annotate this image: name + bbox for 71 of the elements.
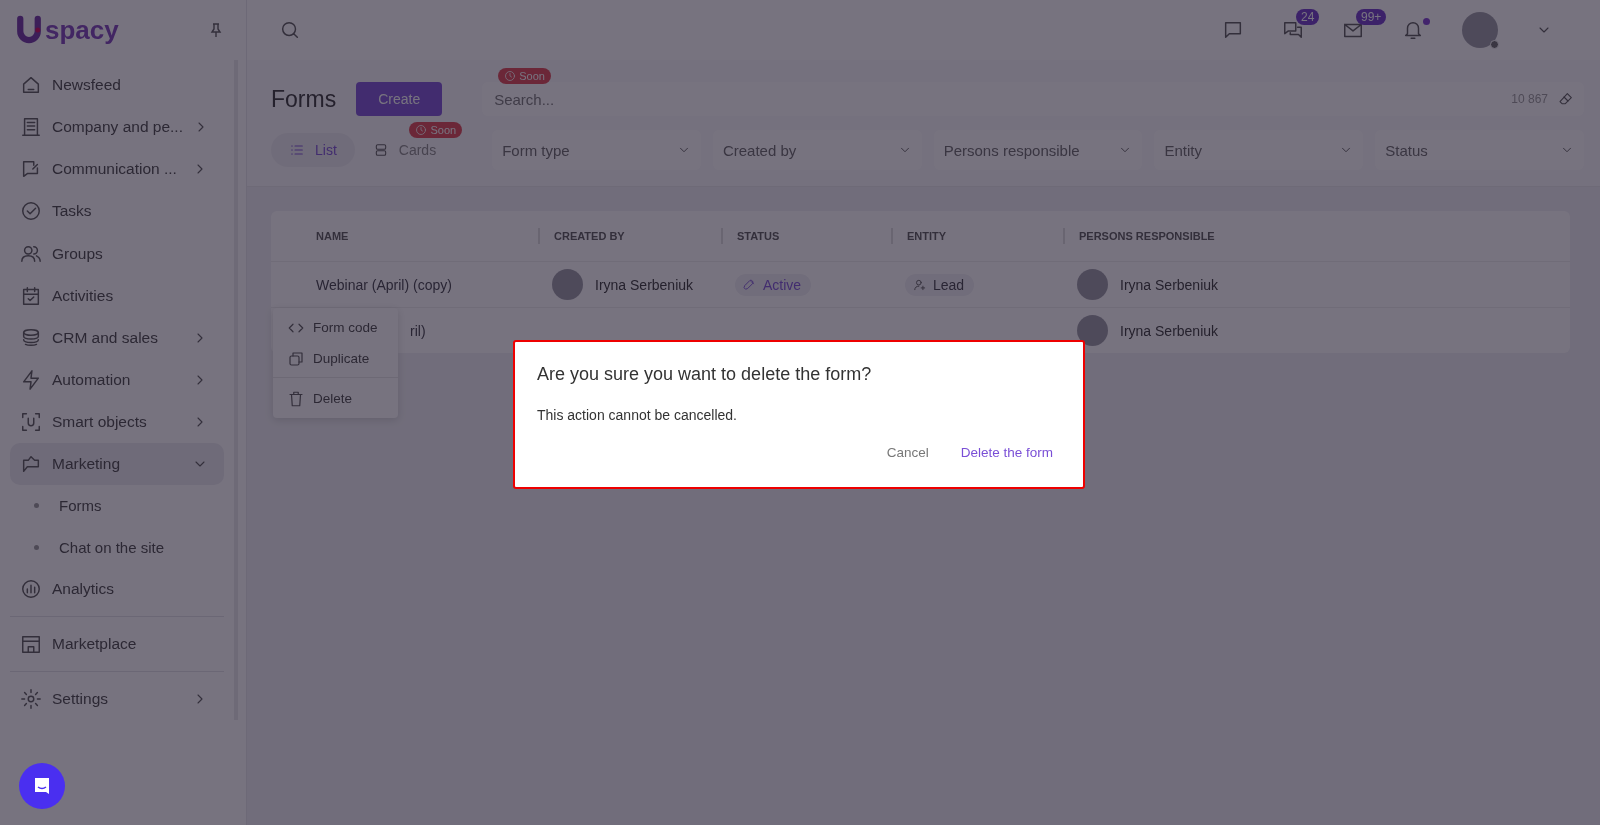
column-header[interactable]: ENTITY [891,228,1063,244]
sidebar-item[interactable]: Activities [10,274,224,317]
bullet-icon [34,503,39,509]
sidebar-item[interactable]: Automation [10,358,224,401]
sidebar-item[interactable]: Newsfeed [10,64,224,107]
sidebar-item[interactable]: Groups [10,232,224,275]
clock-icon [415,124,428,136]
sidebar-item[interactable]: CRM and sales [10,316,224,359]
chat-icon [32,776,52,796]
bullet-icon [34,544,39,550]
column-header[interactable]: STATUS [721,228,891,244]
menu-item[interactable]: Form code [273,312,398,343]
column-header[interactable]: CREATED BY [538,228,721,244]
avatar[interactable] [1462,12,1498,48]
status-dot [1490,40,1499,49]
create-button[interactable]: Create [356,82,443,116]
sidebar-item[interactable]: Tasks [10,190,224,233]
pin-icon[interactable] [208,22,224,38]
eraser-icon[interactable] [1558,91,1574,107]
page-title: Forms [271,85,337,113]
sidebar-item[interactable]: Settings [10,677,224,721]
table-cell: Webinar (April) (copy) [316,276,452,293]
menu-item[interactable]: Duplicate [273,343,398,374]
dialog-title: Are you sure you want to delete the form? [537,364,873,385]
view-tab[interactable]: List [271,133,355,167]
cancel-button[interactable]: Cancel [878,439,937,466]
person-name[interactable]: Iryna Serbeniuk [1120,276,1219,293]
menu-item-icon [20,687,42,710]
status-chip: Active [735,273,812,296]
menu-item-icon [20,326,42,349]
column-header[interactable]: NAME [271,228,538,244]
sidebar-item[interactable]: Marketplace [10,622,224,665]
mail-count-badge: 99+ [1356,9,1387,25]
logo-icon [14,15,44,45]
sidebar-item[interactable]: Marketing [10,443,224,486]
soon-badge: Soon [498,68,551,84]
chats-count-badge: 24 [1296,9,1320,25]
list-icon [289,142,305,158]
menu-item-icon [20,411,42,434]
avatar [1077,315,1108,346]
soon-badge: Soon [409,122,463,138]
entity-chip: Lead [905,273,975,296]
person-name[interactable]: Iryna Serbeniuk [1120,322,1219,339]
sidebar-item[interactable]: Communication ... [10,148,224,191]
trash-icon [287,389,305,408]
chats-icon[interactable] [1282,19,1304,41]
person-icon [913,277,927,292]
menu-item-icon [20,200,42,223]
search-icon[interactable] [279,19,301,41]
avatar [552,269,583,300]
menu-item-icon [20,368,42,391]
message-icon[interactable] [1222,19,1244,41]
sidebar-item[interactable]: Smart objects [10,401,224,444]
table-cell: ril) [410,322,426,339]
delete-button[interactable]: Delete the form [952,439,1061,466]
clock-icon [504,70,517,82]
menu-item-icon [20,284,42,307]
bell-icon[interactable] [1402,19,1424,41]
menu-item[interactable]: Delete [273,383,398,414]
menu-item-icon [20,116,42,139]
sidebar-item[interactable]: Company and pe... [10,106,224,149]
sidebar-subitem[interactable]: Forms [10,485,224,527]
sidebar-subitem[interactable]: Chat on the site [10,526,224,568]
duplicate-icon [287,349,305,368]
menu-item-icon [20,577,42,600]
sidebar-item[interactable]: Analytics [10,567,224,610]
logo-text: spacy [45,14,119,46]
avatar [1077,269,1108,300]
person-name[interactable]: Iryna Serbeniuk [595,276,694,293]
column-header[interactable]: PERSONS RESPONSIBLE [1063,228,1570,244]
dialog-message: This action cannot be cancelled. [537,407,738,423]
